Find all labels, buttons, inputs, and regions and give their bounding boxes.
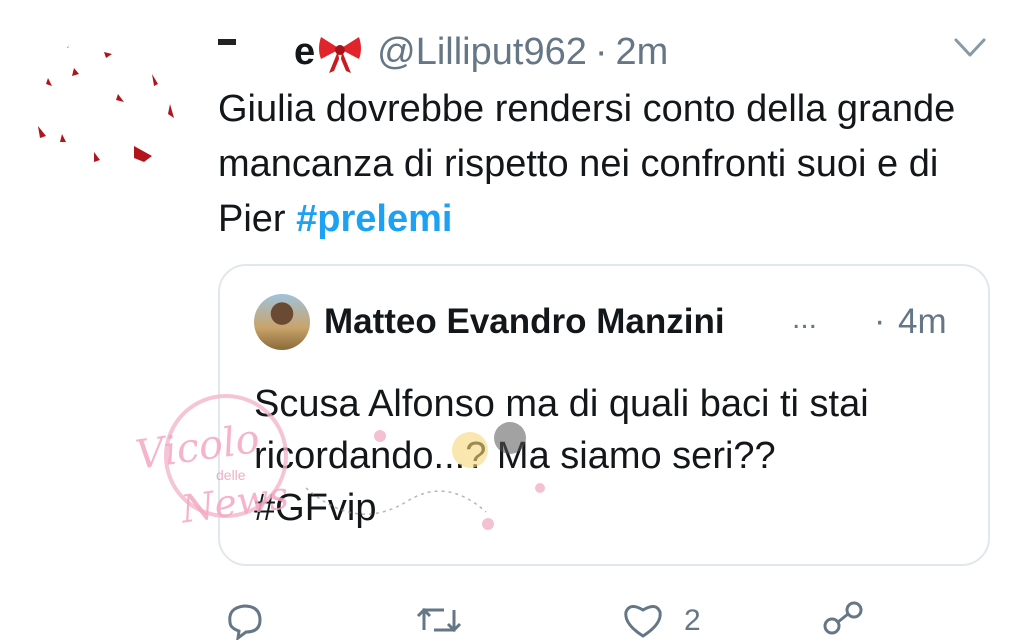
like-count: 2 (684, 604, 701, 637)
quoted-author-avatar (254, 294, 310, 350)
reply-button[interactable] (222, 600, 266, 640)
name-redaction-mark (218, 39, 236, 45)
quoted-timestamp: 4m (898, 302, 947, 341)
tweet-actions: 2 (218, 600, 918, 640)
quoted-separator: · (874, 302, 886, 340)
bow-icon (317, 29, 363, 75)
heart-icon (624, 605, 662, 638)
author-avatar[interactable] (34, 34, 186, 186)
share-button[interactable] (820, 600, 866, 640)
author-handle[interactable]: @Lilliput962 (377, 31, 587, 74)
share-icon (823, 601, 863, 635)
author-display-name[interactable]: e (294, 31, 315, 74)
hashtag-link[interactable]: #prelemi (296, 198, 452, 240)
quoted-tweet-card[interactable]: Matteo Evandro Manzini ... · 4m Scusa Al… (218, 264, 990, 566)
quoted-text-body: Scusa Alfonso ma di quali baci ti stai r… (254, 383, 869, 477)
reply-icon (228, 604, 262, 640)
quoted-author-name: Matteo Evandro Manzini (324, 302, 725, 341)
retweet-icon (416, 607, 462, 633)
header-separator: · (594, 30, 608, 73)
quoted-tweet-text: Scusa Alfonso ma di quali baci ti stai r… (254, 378, 974, 534)
chevron-down-icon[interactable] (950, 28, 990, 68)
retweet-button[interactable] (414, 600, 464, 640)
tweet-header: e @Lilliput962 · 2m (218, 24, 668, 80)
like-button[interactable]: 2 (620, 600, 701, 640)
tweet-timestamp[interactable]: 2m (616, 31, 669, 74)
quoted-hashtag: #GFvip (254, 487, 377, 529)
tweet-text: Giulia dovrebbe rendersi conto della gra… (218, 82, 978, 247)
quoted-author-ellipsis: ... (792, 302, 818, 335)
